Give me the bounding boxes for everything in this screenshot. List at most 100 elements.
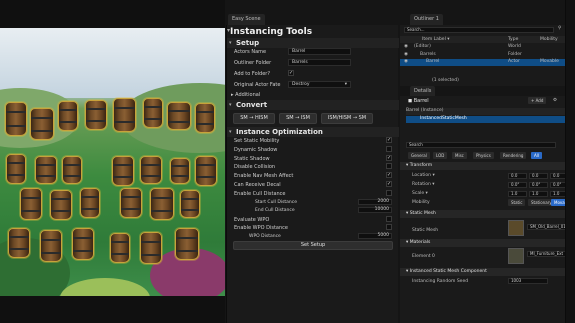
evaluate-wpo-checkbox[interactable]: [386, 216, 392, 222]
filter-tab[interactable]: Physics: [473, 152, 494, 159]
barrel-mesh[interactable]: [50, 190, 72, 220]
section-instance-optimization[interactable]: ▾ Instance Optimization: [227, 127, 399, 137]
barrel-mesh[interactable]: [180, 190, 200, 218]
materials-header[interactable]: ▾ Materials: [400, 239, 575, 247]
filter-tab[interactable]: Rendering: [500, 152, 527, 159]
barrel-mesh[interactable]: [30, 108, 54, 140]
additional-toggle[interactable]: ▸ Additional: [231, 92, 260, 98]
barrel-mesh[interactable]: [72, 228, 94, 260]
option-checkbox[interactable]: ✓: [386, 137, 392, 143]
static-mesh-picker[interactable]: SM_Old_Barrel_01: [527, 224, 569, 230]
static-mesh-header[interactable]: ▾ Static Mesh: [400, 210, 575, 218]
col-item-label[interactable]: Item Label ▾: [422, 36, 450, 43]
sm-to-ism-button[interactable]: SM → ISM: [279, 113, 317, 124]
outliner-folder-input[interactable]: Barrels: [288, 59, 351, 66]
wpo-distance-input[interactable]: 5000: [358, 233, 392, 239]
col-mobility[interactable]: Mobility: [540, 36, 558, 43]
scale-x[interactable]: 1.0: [508, 191, 527, 197]
barrel-mesh[interactable]: [167, 102, 191, 130]
barrel-mesh[interactable]: [140, 156, 162, 184]
barrel-mesh[interactable]: [170, 158, 190, 184]
location-y[interactable]: 0.0: [529, 173, 548, 179]
material-picker[interactable]: MI_Furniture_Ext: [527, 251, 569, 257]
barrel-mesh[interactable]: [85, 100, 107, 130]
details-search-input[interactable]: Search: [406, 142, 556, 148]
mobility-static[interactable]: Static: [508, 199, 526, 206]
outliner-search-input[interactable]: Search...: [404, 27, 554, 33]
barrel-mesh[interactable]: [20, 188, 42, 220]
barrel-mesh[interactable]: [150, 188, 174, 220]
eye-icon[interactable]: ◉: [404, 59, 408, 64]
barrel-mesh[interactable]: [175, 228, 199, 260]
barrel-mesh[interactable]: [120, 188, 142, 218]
ism-hism-to-sm-button[interactable]: ISM/HISM → SM: [321, 113, 373, 124]
filter-tab[interactable]: Misc: [452, 152, 467, 159]
element-label: Element 0: [412, 254, 435, 259]
option-checkbox[interactable]: [386, 189, 392, 196]
section-convert[interactable]: ▾ Convert: [227, 100, 399, 110]
tab-outliner[interactable]: Outliner 1: [410, 14, 443, 25]
outliner-row[interactable]: ◉ (Editor) World: [400, 44, 575, 51]
tab-easy-scene[interactable]: Easy Scene: [228, 14, 265, 25]
material-thumbnail[interactable]: [508, 248, 524, 264]
outliner-row[interactable]: ◉ Barrels Folder: [400, 52, 575, 59]
option-checkbox[interactable]: ✓: [386, 172, 392, 179]
instance-row[interactable]: Barrel (Instance): [406, 108, 571, 115]
original-actor-fate-label: Original Actor Fate: [234, 82, 281, 88]
barrel-mesh[interactable]: [113, 98, 136, 132]
barrel-mesh[interactable]: [35, 156, 57, 184]
option-label: Enable Cull Distance: [234, 190, 286, 197]
eye-icon[interactable]: ◉: [404, 52, 408, 57]
add-to-folder-checkbox[interactable]: ✓: [288, 70, 294, 76]
random-seed-input[interactable]: 1003: [508, 278, 548, 284]
barrel-mesh[interactable]: [6, 154, 26, 184]
end-cull-distance-input[interactable]: 10000: [358, 207, 392, 213]
filter-tab[interactable]: LOD: [433, 152, 448, 159]
outliner-row[interactable]: ◉ Barrel Actor Movable: [400, 59, 575, 66]
transform-header[interactable]: ▾ Transform: [400, 162, 575, 170]
option-checkbox[interactable]: ✓: [386, 181, 392, 187]
rotation-y[interactable]: 0.0°: [529, 182, 548, 188]
barrel-mesh[interactable]: [195, 103, 215, 133]
barrel-mesh[interactable]: [195, 156, 217, 186]
barrel-mesh[interactable]: [80, 188, 100, 218]
start-cull-distance-input[interactable]: 2000: [358, 199, 392, 205]
option-checkbox[interactable]: ✓: [386, 154, 392, 161]
eye-icon[interactable]: ◉: [404, 44, 408, 49]
barrel-mesh[interactable]: [5, 102, 27, 136]
option-checkbox[interactable]: [386, 163, 392, 170]
barrel-mesh[interactable]: [8, 228, 30, 258]
barrel-mesh[interactable]: [110, 233, 130, 263]
original-actor-fate-select[interactable]: Destroy ▾: [288, 81, 351, 88]
filter-tab[interactable]: All: [531, 152, 542, 159]
barrel-mesh[interactable]: [112, 156, 134, 186]
filter-icon[interactable]: ⚲: [558, 26, 561, 31]
add-component-button[interactable]: + Add: [528, 97, 547, 104]
ism-component-header[interactable]: ▾ Instanced Static Mesh Component: [400, 268, 575, 276]
viewport-scene[interactable]: [0, 28, 225, 296]
barrel-mesh[interactable]: [58, 101, 78, 131]
option-checkbox[interactable]: [386, 145, 392, 152]
collapse-icon[interactable]: ▾: [227, 27, 230, 34]
section-setup[interactable]: ▾ Setup: [227, 38, 399, 48]
instancing-tools-panel: Instancing Tools ▾ ▾ Setup Actors Name Ba…: [226, 25, 399, 323]
static-mesh-thumbnail[interactable]: [508, 220, 524, 236]
scale-y[interactable]: 1.0: [529, 191, 548, 197]
outliner-item-label: (Editor): [414, 44, 431, 49]
col-type[interactable]: Type: [508, 36, 518, 43]
barrel-mesh[interactable]: [40, 230, 62, 262]
rotation-x[interactable]: 0.0°: [508, 182, 527, 188]
outliner-item-type: World: [508, 44, 521, 49]
barrel-mesh[interactable]: [62, 156, 82, 184]
level-viewport[interactable]: [0, 0, 225, 323]
sm-to-hism-button[interactable]: SM → HISM: [233, 113, 275, 124]
barrel-mesh[interactable]: [143, 98, 163, 128]
blueprint-icon[interactable]: ⚙: [553, 98, 557, 103]
filter-tab[interactable]: General: [408, 152, 430, 159]
set-setup-button[interactable]: Set Setup: [233, 241, 393, 250]
location-x[interactable]: 0.0: [508, 173, 527, 179]
actors-name-input[interactable]: Barrel: [288, 48, 351, 55]
barrel-mesh[interactable]: [140, 232, 162, 264]
component-row[interactable]: InstancedStaticMesh: [406, 116, 571, 123]
enable-wpo-distance-checkbox[interactable]: [386, 224, 392, 230]
